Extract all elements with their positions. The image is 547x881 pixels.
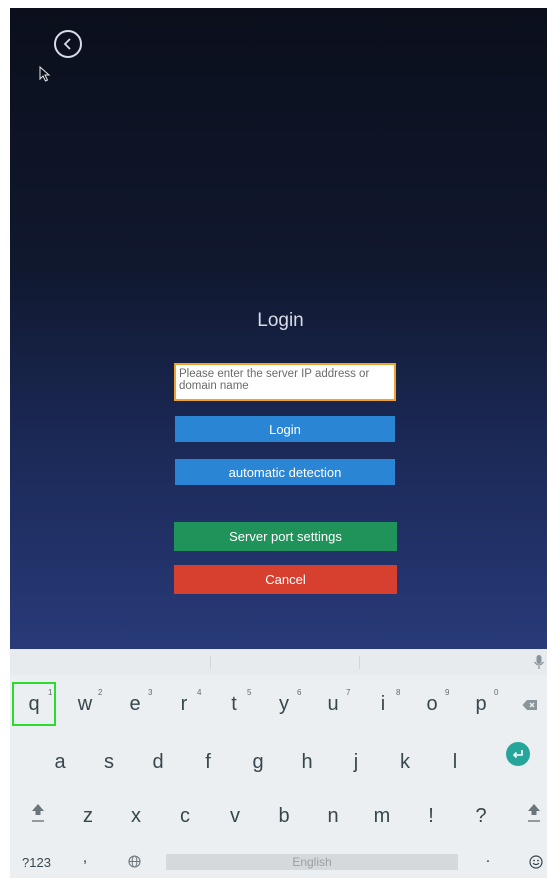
key-hint: 3 [148,688,153,697]
login-button[interactable]: Login [175,416,395,442]
key-u[interactable]: u [323,693,343,716]
key-b[interactable]: b [274,805,294,828]
cancel-button[interactable]: Cancel [174,565,397,594]
enter-key[interactable] [506,742,530,766]
login-screen: Login Login automatic detection Server p… [10,8,547,649]
chevron-left-icon [63,38,71,50]
key-e[interactable]: e [125,693,145,716]
key-d[interactable]: d [148,751,168,774]
key-hint: 4 [197,688,202,697]
shift-icon[interactable] [30,802,46,824]
key-t[interactable]: t [224,693,244,716]
key-p[interactable]: p [471,693,491,716]
key-i[interactable]: i [373,693,393,716]
key-w[interactable]: w [75,693,95,716]
key-question[interactable]: ? [471,805,491,828]
key-m[interactable]: m [372,805,392,828]
key-hint: 2 [98,688,103,697]
on-screen-keyboard: q w e r t y u i o p 1 2 3 4 5 6 7 8 9 0 … [10,649,547,878]
key-hint: 8 [396,688,401,697]
key-r[interactable]: r [174,693,194,716]
key-o[interactable]: o [422,693,442,716]
key-v[interactable]: v [225,805,245,828]
server-port-settings-button[interactable]: Server port settings [174,522,397,551]
suggestion-divider [359,656,360,669]
key-hint: 5 [247,688,252,697]
page-title: Login [257,310,304,331]
key-x[interactable]: x [126,805,146,828]
mouse-cursor-icon [39,66,51,82]
backspace-icon[interactable] [522,699,538,711]
key-n[interactable]: n [323,805,343,828]
key-k[interactable]: k [395,751,415,774]
server-ip-input[interactable] [174,363,396,401]
key-j[interactable]: j [346,751,366,774]
emoji-icon[interactable] [529,855,543,869]
key-hint: 9 [445,688,450,697]
suggestion-strip [10,649,547,675]
key-hint: 6 [297,688,302,697]
key-a[interactable]: a [50,751,70,774]
key-c[interactable]: c [175,805,195,828]
key-s[interactable]: s [99,751,119,774]
enter-arrow-icon [512,750,523,759]
key-exclamation[interactable]: ! [421,805,441,828]
microphone-icon[interactable] [533,653,545,671]
key-z[interactable]: z [78,805,98,828]
key-hint: 0 [494,688,499,697]
key-period[interactable]: . [481,849,495,867]
globe-icon[interactable] [128,855,141,868]
key-h[interactable]: h [297,751,317,774]
key-f[interactable]: f [198,751,218,774]
key-hint: 7 [346,688,351,697]
key-hint: 1 [48,688,53,697]
shift-icon[interactable] [526,802,542,824]
key-q[interactable]: q [24,693,44,716]
space-bar[interactable]: English [166,854,458,870]
key-y[interactable]: y [274,693,294,716]
suggestion-divider [210,656,211,669]
key-comma[interactable]: , [78,849,92,867]
symbols-key[interactable]: ?123 [22,855,51,870]
automatic-detection-button[interactable]: automatic detection [175,459,395,485]
back-button[interactable] [54,30,82,58]
key-l[interactable]: l [445,751,465,774]
key-g[interactable]: g [248,751,268,774]
screen: Login Login automatic detection Server p… [10,8,547,878]
